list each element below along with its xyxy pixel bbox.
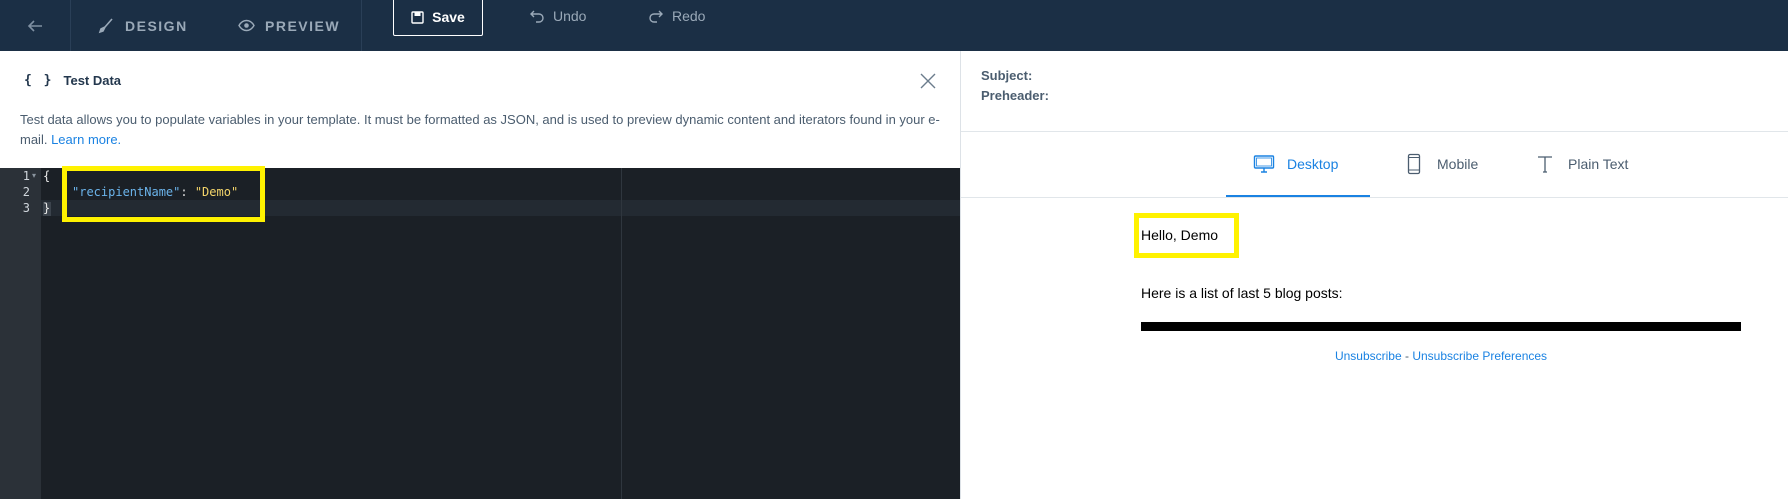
description-text: Test data allows you to populate variabl… [20,112,940,147]
fold-arrow-icon[interactable]: ▾ [32,171,36,180]
tab-desktop[interactable]: Desktop [1253,147,1338,181]
learn-more-link[interactable]: Learn more. [51,132,121,147]
tab-mobile-label: Mobile [1437,156,1479,172]
braces-icon: { } [24,73,54,88]
json-code-editor[interactable]: 1 ▾ 2 3 { "recipientName": "Demo" } [0,166,960,499]
brush-icon [98,18,113,34]
print-margin [621,168,622,499]
test-data-panel: { } Test Data Test data allows you to po… [0,51,960,499]
footer-separator: - [1401,349,1413,363]
redo-label: Redo [672,8,706,24]
email-footer: Unsubscribe - Unsubscribe Preferences [1141,349,1741,363]
arrow-left-icon [27,19,42,32]
tab-desktop-label: Desktop [1287,156,1339,172]
unsubscribe-preferences-link[interactable]: Unsubscribe Preferences [1412,349,1547,363]
code-open-brace: { [43,169,51,183]
text-t-icon [1538,156,1552,173]
preheader-label: Preheader: [981,88,1049,103]
tab-mobile[interactable]: Mobile [1403,147,1478,181]
back-button[interactable] [0,0,71,51]
editor-gutter: 1 ▾ 2 3 [0,168,41,499]
unsubscribe-link[interactable]: Unsubscribe [1335,349,1402,363]
divider [961,131,1788,132]
tab-plain-text[interactable]: Plain Text [1534,147,1628,181]
top-toolbar: DESIGN PREVIEW Save Undo Redo [0,0,1788,51]
divider [961,197,1788,198]
highlight-annotation-greeting [1134,213,1239,258]
redo-button[interactable]: Redo [648,0,705,32]
tab-design-label: DESIGN [125,17,188,34]
eye-icon [238,19,255,32]
close-icon[interactable] [918,71,938,91]
email-intro-text: Here is a list of last 5 blog posts: [1141,285,1343,301]
code-close-brace: } [43,201,51,215]
undo-label: Undo [553,8,587,24]
redo-icon [649,10,663,23]
line-number: 1 [22,169,30,183]
subject-label: Subject: [981,68,1033,83]
test-data-header: { } Test Data [24,73,121,88]
mobile-phone-icon [1407,153,1421,175]
email-preview-panel: Subject: Preheader: Desktop Mobile Plain… [960,51,1788,499]
tab-design[interactable]: DESIGN [98,0,188,51]
email-divider-bar [1141,322,1741,331]
tab-plain-text-label: Plain Text [1568,156,1629,172]
undo-icon [530,10,544,23]
undo-button[interactable]: Undo [529,0,586,32]
test-data-title: Test Data [63,73,122,88]
desktop-monitor-icon [1253,155,1275,173]
test-data-description: Test data allows you to populate variabl… [20,110,940,150]
line-number: 3 [22,201,30,215]
save-button[interactable]: Save [393,0,483,36]
floppy-disk-icon [411,10,424,24]
highlight-annotation-json [62,166,265,222]
toolbar-divider [361,0,362,51]
line-number: 2 [22,185,30,199]
tab-preview-label: PREVIEW [265,17,341,34]
save-label: Save [432,9,465,25]
tab-preview[interactable]: PREVIEW [238,0,340,51]
